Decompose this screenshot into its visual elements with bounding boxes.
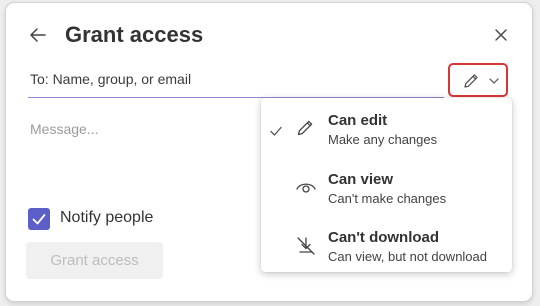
notify-people-label: Notify people (60, 209, 154, 226)
menu-item-title: Can edit (328, 112, 388, 129)
menu-item-subtitle: Can view, but not download (328, 249, 487, 264)
menu-item-subtitle: Make any changes (328, 132, 438, 147)
close-icon (495, 29, 507, 41)
message-field[interactable] (28, 119, 262, 163)
pencil-icon (464, 74, 478, 88)
check-icon (270, 126, 282, 136)
menu-item-cant-download[interactable]: Can't download Can view, but not downloa… (261, 217, 512, 273)
permission-menu: Can edit Make any changes Can view Can't… (261, 98, 512, 272)
dialog-title: Grant access (65, 22, 204, 47)
pencil-icon (297, 120, 313, 136)
permission-dropdown-button[interactable] (448, 63, 508, 97)
grant-access-button[interactable]: Grant access (26, 242, 163, 279)
recipients-input[interactable] (28, 61, 444, 98)
back-button[interactable] (26, 23, 50, 47)
chevron-down-icon (489, 78, 499, 84)
no-download-icon (297, 237, 315, 255)
menu-item-can-view[interactable]: Can view Can't make changes (261, 159, 512, 215)
menu-item-title: Can't download (328, 229, 440, 246)
close-button[interactable] (491, 25, 511, 45)
eye-icon (296, 183, 316, 193)
menu-item-can-edit[interactable]: Can edit Make any changes (261, 100, 512, 156)
notify-people-checkbox[interactable] (28, 208, 50, 230)
checkmark-icon (32, 214, 46, 225)
menu-item-subtitle: Can't make changes (328, 191, 447, 206)
arrow-left-icon (30, 28, 46, 42)
menu-item-title: Can view (328, 171, 394, 188)
